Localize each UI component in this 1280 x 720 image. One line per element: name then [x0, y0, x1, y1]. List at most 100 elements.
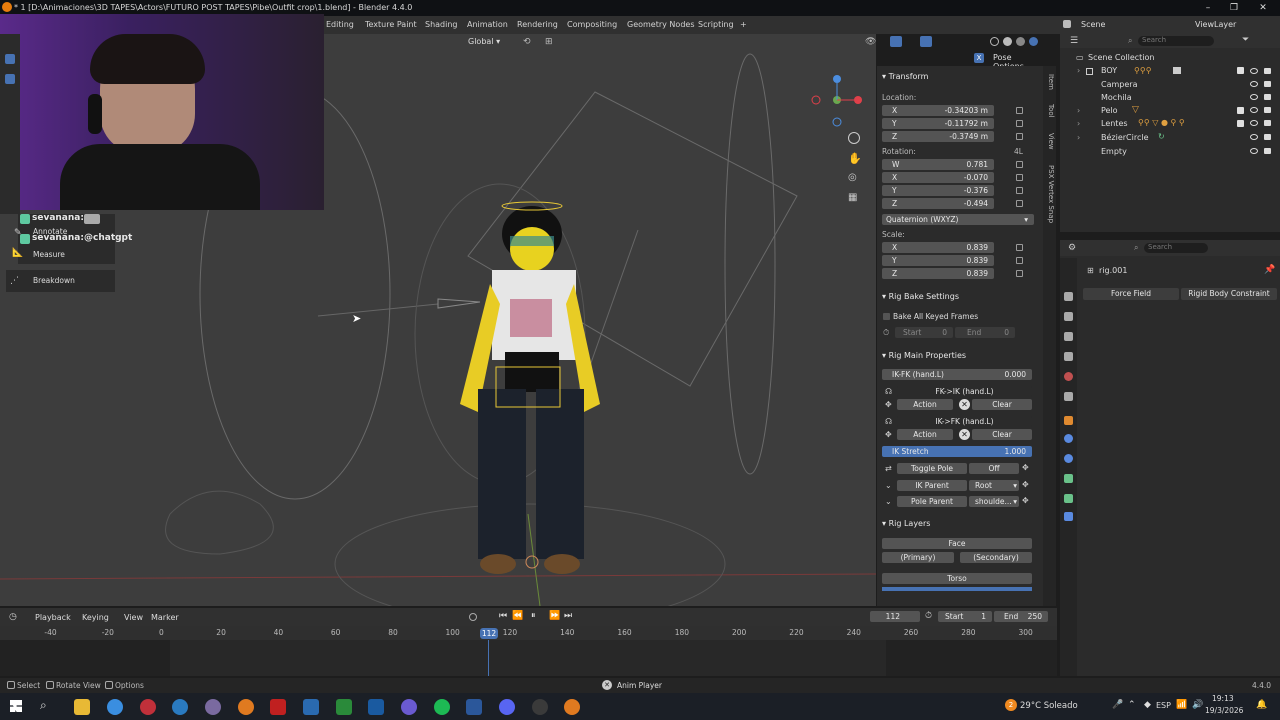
close-icon[interactable]: ✕: [602, 680, 612, 690]
jump-start-icon[interactable]: ⏮: [499, 611, 507, 621]
tab-item[interactable]: Item: [1044, 74, 1055, 90]
eye-icon[interactable]: [1250, 68, 1258, 74]
camera-render-icon[interactable]: [1264, 94, 1271, 100]
bake-all-checkbox[interactable]: [883, 313, 890, 320]
lock-icon[interactable]: [1016, 120, 1023, 127]
lock-icon[interactable]: [1016, 187, 1023, 194]
jump-key-forward-icon[interactable]: ⏩: [549, 611, 560, 621]
search-icon[interactable]: ⌕: [40, 698, 47, 713]
lock-icon[interactable]: [1016, 174, 1023, 181]
snap-icon[interactable]: ✥: [1022, 463, 1029, 472]
opera-icon[interactable]: [140, 699, 156, 715]
transform-header[interactable]: ▾ Transform: [882, 72, 928, 81]
edge-icon[interactable]: [172, 699, 188, 715]
rig-bake-header[interactable]: ▾ Rig Bake Settings: [882, 292, 959, 301]
location-x-field[interactable]: X -0.34203 m: [882, 105, 994, 116]
camera-render-icon[interactable]: [1264, 148, 1271, 154]
rig-layers-header[interactable]: ▾ Rig Layers: [882, 519, 930, 528]
eye-icon[interactable]: [1250, 81, 1258, 87]
grid-toggle-icon[interactable]: ▦: [848, 192, 857, 203]
x-mirror-button[interactable]: X: [974, 53, 984, 63]
lock-icon[interactable]: [1016, 200, 1023, 207]
eye-icon[interactable]: [1250, 120, 1258, 126]
measure-tool-label[interactable]: Measure: [33, 250, 65, 266]
breakdown-icon[interactable]: ⋰: [10, 276, 19, 292]
end-frame-field[interactable]: End 250: [994, 611, 1048, 622]
outliner-item-lentes[interactable]: Lentes: [1101, 119, 1128, 132]
outliner-editor-icon[interactable]: ☰: [1070, 36, 1078, 46]
solid-shading-icon[interactable]: [1003, 37, 1012, 46]
expand-arrow-icon[interactable]: ›: [1077, 106, 1080, 119]
rotation-x-field[interactable]: X -0.070: [882, 172, 994, 183]
tab-geometry-nodes[interactable]: Geometry Nodes: [627, 20, 694, 29]
snap-icon[interactable]: ✥: [1022, 496, 1029, 505]
chevron-up-icon[interactable]: ⌃: [1128, 700, 1136, 710]
ik-parent-button[interactable]: IK Parent: [897, 480, 967, 491]
tab-editing[interactable]: Editing: [326, 20, 354, 29]
scale-y-field[interactable]: Y 0.839: [882, 255, 994, 266]
voice-app-icon[interactable]: [270, 699, 286, 715]
pole-parent-dropdown[interactable]: shoulde... ▾: [969, 496, 1019, 507]
force-field-button[interactable]: Force Field: [1083, 288, 1179, 300]
eye-icon[interactable]: [1250, 134, 1258, 140]
material-shading-icon[interactable]: [1016, 37, 1025, 46]
object-tab-icon[interactable]: [1064, 416, 1073, 425]
obs-icon[interactable]: [532, 699, 548, 715]
clock-time[interactable]: 19:13: [1212, 694, 1234, 703]
orientation-dropdown[interactable]: Global ▾: [468, 37, 500, 46]
notifications-icon[interactable]: 🔔: [1256, 700, 1267, 710]
spotify-icon[interactable]: [434, 699, 450, 715]
exclude-checkbox[interactable]: [1237, 107, 1244, 114]
camera-render-icon[interactable]: [1264, 68, 1271, 74]
scene-collection-label[interactable]: Scene Collection: [1088, 53, 1155, 66]
view-layer-tab-icon[interactable]: [1064, 352, 1073, 361]
outliner-search-input[interactable]: Search: [1138, 36, 1214, 46]
expand-arrow-icon[interactable]: ›: [1077, 119, 1080, 132]
layer-partial-button[interactable]: [882, 587, 1032, 591]
constraint-tab-icon[interactable]: [1064, 454, 1073, 463]
pole-parent-button[interactable]: Pole Parent: [897, 496, 967, 507]
measure-icon[interactable]: 📐: [12, 248, 23, 264]
chrome-icon[interactable]: [107, 699, 123, 715]
word-icon[interactable]: [466, 699, 482, 715]
exclude-checkbox[interactable]: [1237, 120, 1244, 127]
lock-icon[interactable]: [1016, 244, 1023, 251]
layer-face-button[interactable]: Face: [882, 538, 1032, 549]
view-layer-name[interactable]: ViewLayer: [1195, 20, 1236, 29]
rotation-y-field[interactable]: Y -0.376: [882, 185, 994, 196]
weather-label[interactable]: 29°C Soleado: [1020, 701, 1078, 711]
layer-secondary-button[interactable]: (Secondary): [960, 552, 1032, 563]
minimize-button[interactable]: –: [1195, 0, 1221, 16]
world-tab-icon[interactable]: [1064, 392, 1073, 401]
cursor-tool-icon[interactable]: [5, 74, 15, 84]
weather-icon[interactable]: 2: [1005, 699, 1017, 711]
outliner-item-pelo[interactable]: Pelo: [1101, 106, 1118, 119]
camera-render-icon[interactable]: [1264, 134, 1271, 140]
tab-animation[interactable]: Animation: [467, 20, 508, 29]
pivot-icon[interactable]: ⟲: [523, 37, 531, 47]
toggle-pole-value[interactable]: Off: [969, 463, 1019, 474]
location-z-field[interactable]: Z -0.3749 m: [882, 131, 994, 142]
filter-icon[interactable]: ⏷: [1242, 35, 1249, 45]
microphone-icon[interactable]: 🎤: [1112, 700, 1123, 710]
tab-scripting[interactable]: Scripting: [698, 20, 734, 29]
select-tool-icon[interactable]: [5, 54, 15, 64]
current-frame-field[interactable]: 112: [870, 611, 920, 622]
start-frame-field[interactable]: Start 1: [938, 611, 992, 622]
lock-icon[interactable]: [1016, 257, 1023, 264]
camera-view-icon[interactable]: ◎: [848, 172, 857, 183]
snap-icon[interactable]: ✥: [1022, 480, 1029, 489]
discord-icon[interactable]: [499, 699, 515, 715]
layer-torso-button[interactable]: Torso: [882, 573, 1032, 584]
scale-z-field[interactable]: Z 0.839: [882, 268, 994, 279]
rig-main-header[interactable]: ▾ Rig Main Properties: [882, 351, 966, 360]
expand-arrow-icon[interactable]: ›: [1077, 66, 1080, 79]
outliner-item-empty[interactable]: Empty: [1101, 147, 1127, 160]
maximize-button[interactable]: ❐: [1221, 0, 1247, 16]
add-workspace-button[interactable]: +: [740, 20, 747, 29]
photos-icon[interactable]: [303, 699, 319, 715]
pause-icon[interactable]: ⏸: [531, 611, 536, 621]
jump-end-icon[interactable]: ⏭: [564, 611, 572, 621]
rendered-shading-icon[interactable]: [1029, 37, 1038, 46]
wireframe-shading-icon[interactable]: [990, 37, 999, 46]
